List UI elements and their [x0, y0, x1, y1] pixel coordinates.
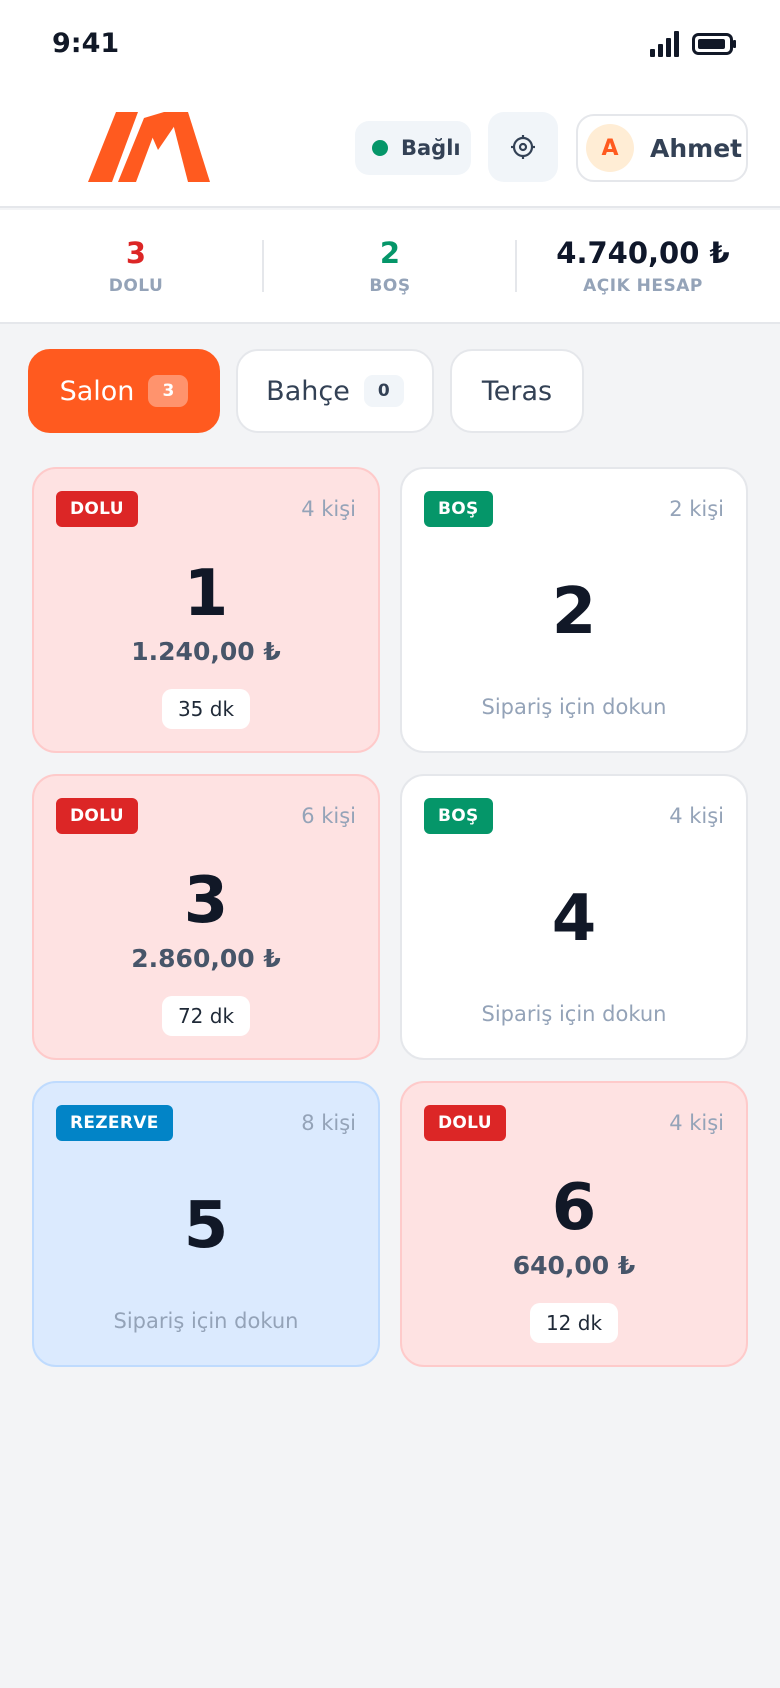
stat-free-label: BOŞ	[369, 276, 411, 296]
connection-label: Bağlı	[401, 136, 461, 160]
table-number: 6	[551, 1171, 597, 1245]
table-capacity: 4 kişi	[669, 1111, 724, 1135]
tab-count-badge: 3	[148, 375, 189, 407]
table-capacity: 2 kişi	[669, 497, 724, 521]
order-hint: Sipariş için dokun	[481, 1002, 667, 1026]
status-badge: DOLU	[56, 491, 138, 527]
table-duration: 35 dk	[162, 689, 250, 729]
table-card-4[interactable]: BOŞ 4 kişi 4 Sipariş için dokun	[400, 774, 748, 1060]
tab-label: Bahçe	[266, 375, 350, 407]
settings-icon	[511, 135, 535, 159]
brand-logo[interactable]	[88, 110, 210, 182]
stat-open-bill: 4.740,00 ₺ AÇIK HESAP	[517, 234, 769, 296]
summary-bar: 3 DOLU 2 BOŞ 4.740,00 ₺ AÇIK HESAP	[0, 210, 780, 324]
order-hint: Sipariş için dokun	[113, 1309, 299, 1333]
table-number: 4	[551, 882, 597, 956]
stat-open-bill-label: AÇIK HESAP	[583, 276, 703, 296]
stat-free: 2 BOŞ	[264, 234, 516, 296]
signal-icon	[650, 31, 679, 57]
tab-label: Salon	[59, 375, 135, 407]
table-card-3[interactable]: DOLU 6 kişi 3 2.860,00 ₺ 72 dk	[32, 774, 380, 1060]
table-number: 3	[183, 864, 229, 938]
table-card-5[interactable]: REZERVE 8 kişi 5 Sipariş için dokun	[32, 1081, 380, 1367]
avatar: A	[586, 124, 634, 172]
app-header: Bağlı A Ahmet	[0, 88, 780, 208]
table-capacity: 4 kişi	[669, 804, 724, 828]
status-badge: REZERVE	[56, 1105, 173, 1141]
table-number: 1	[183, 557, 229, 631]
status-dot-icon	[372, 140, 388, 156]
table-number: 2	[551, 575, 597, 649]
table-capacity: 6 kişi	[301, 804, 356, 828]
tab-count-badge: 0	[363, 375, 404, 407]
stat-occupied-label: DOLU	[108, 276, 164, 296]
status-bar: 9:41	[0, 0, 780, 88]
status-badge: DOLU	[56, 798, 138, 834]
battery-icon	[692, 33, 736, 55]
tab-teras[interactable]: Teras	[450, 349, 584, 433]
user-name: Ahmet	[650, 133, 743, 163]
stat-free-value: 2	[379, 236, 401, 270]
table-amount: 640,00 ₺	[512, 1251, 636, 1280]
table-card-6[interactable]: DOLU 4 kişi 6 640,00 ₺ 12 dk	[400, 1081, 748, 1367]
table-amount: 2.860,00 ₺	[131, 944, 281, 973]
table-number: 5	[183, 1189, 229, 1263]
stat-occupied: 3 DOLU	[10, 234, 262, 296]
status-badge: BOŞ	[424, 491, 493, 527]
stat-open-bill-value: 4.740,00 ₺	[556, 236, 730, 270]
table-card-1[interactable]: DOLU 4 kişi 1 1.240,00 ₺ 35 dk	[32, 467, 380, 753]
status-time: 9:41	[52, 28, 120, 59]
tab-label: Teras	[481, 375, 553, 407]
status-badge: DOLU	[424, 1105, 506, 1141]
table-capacity: 8 kişi	[301, 1111, 356, 1135]
table-amount: 1.240,00 ₺	[131, 637, 281, 666]
settings-button[interactable]	[488, 112, 558, 182]
connection-status: Bağlı	[355, 121, 471, 175]
user-menu-button[interactable]: A Ahmet	[576, 114, 748, 182]
stat-occupied-value: 3	[125, 236, 147, 270]
tab-bahce[interactable]: Bahçe 0	[236, 349, 434, 433]
table-card-2[interactable]: BOŞ 2 kişi 2 Sipariş için dokun	[400, 467, 748, 753]
table-duration: 72 dk	[162, 996, 250, 1036]
table-duration: 12 dk	[530, 1303, 618, 1343]
tab-salon[interactable]: Salon 3	[28, 349, 220, 433]
table-capacity: 4 kişi	[301, 497, 356, 521]
order-hint: Sipariş için dokun	[481, 695, 667, 719]
status-badge: BOŞ	[424, 798, 493, 834]
